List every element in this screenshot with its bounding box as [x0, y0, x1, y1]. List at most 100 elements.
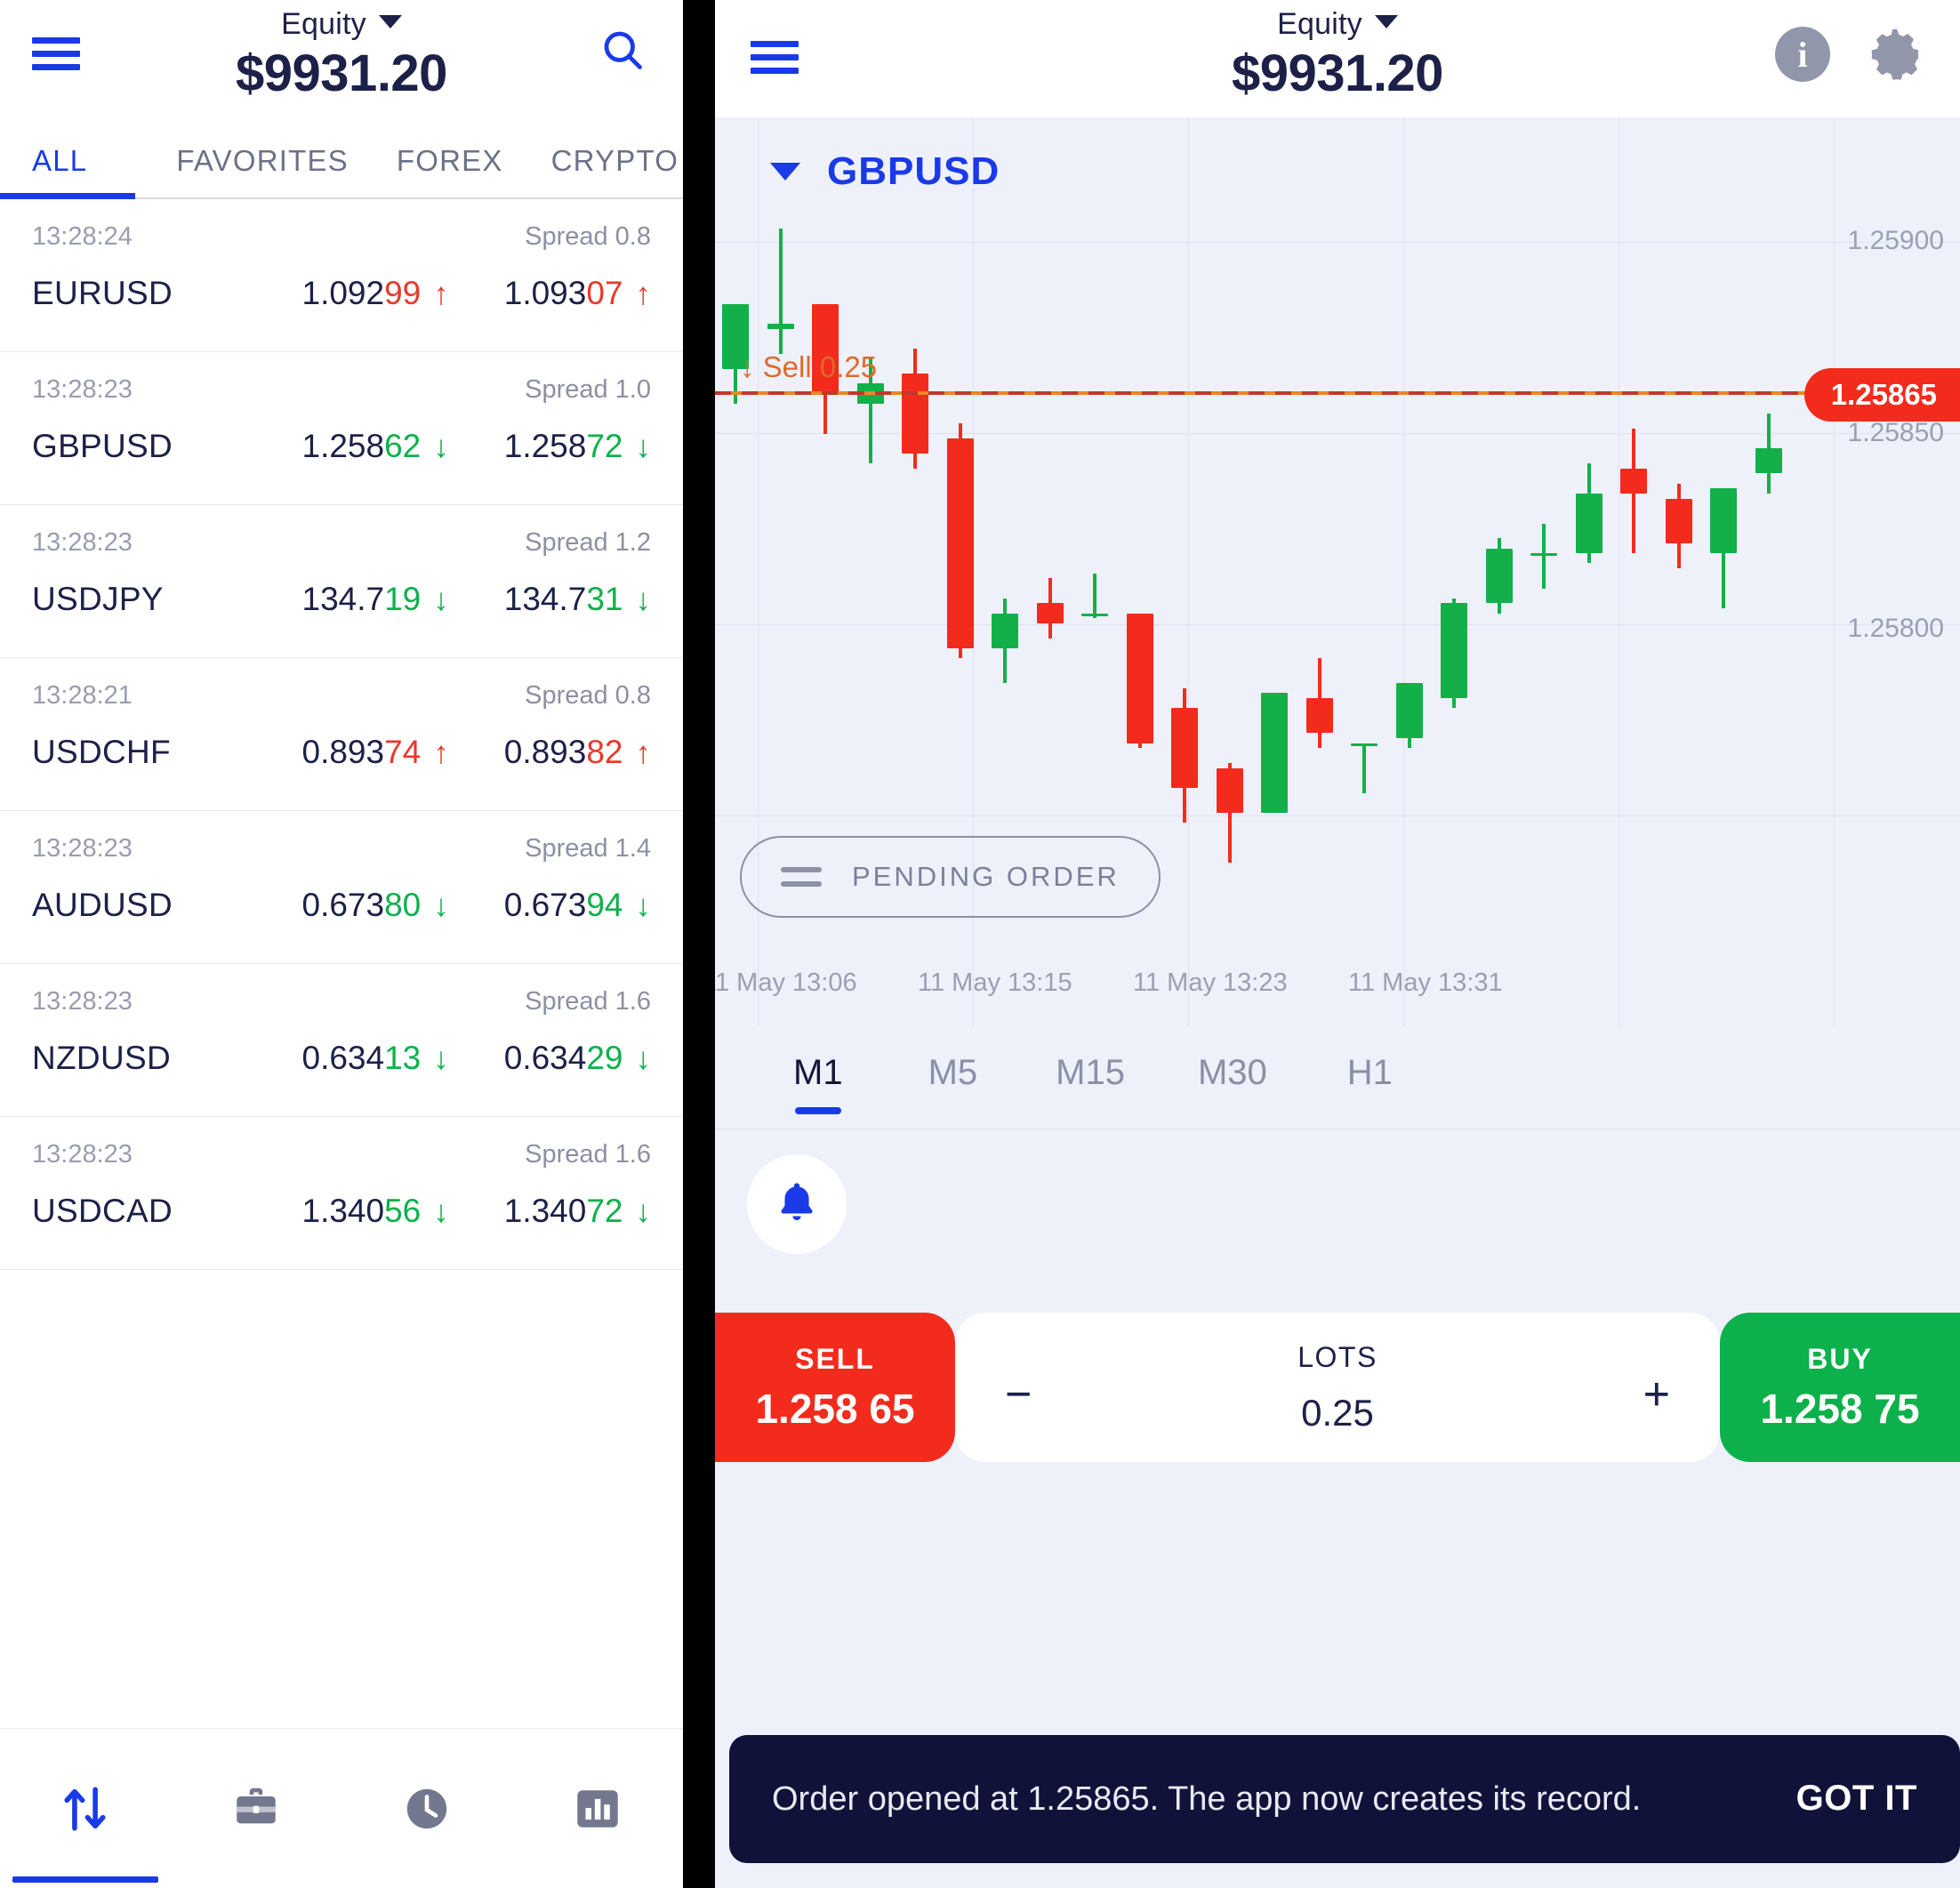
- timeframe-label: M1: [793, 1053, 843, 1092]
- buy-price-suffix: 75: [1874, 1385, 1920, 1432]
- quotes-pane: Equity $9931.20 ALL FAVORITES FOREX CRYP…: [0, 0, 683, 1888]
- quote-ask: 1.093 07 ↑: [503, 275, 652, 311]
- quote-ask: 0.634 29 ↓: [503, 1040, 652, 1076]
- bar-chart-icon: [577, 1789, 618, 1828]
- quote-spread: Spread 1.6: [525, 1140, 651, 1169]
- sell-label: SELL: [795, 1342, 875, 1375]
- quote-time: 13:28:23: [32, 834, 133, 863]
- lots-increase-button[interactable]: +: [1643, 1368, 1670, 1421]
- app-screen: Equity $9931.20 ALL FAVORITES FOREX CRYP…: [0, 0, 1960, 1888]
- category-tabs: ALL FAVORITES FOREX CRYPTO: [0, 117, 683, 199]
- quote-time: 13:28:23: [32, 987, 133, 1016]
- timeframe-m5[interactable]: M5: [928, 1053, 978, 1102]
- timeframe-h1[interactable]: H1: [1347, 1053, 1393, 1102]
- quote-list[interactable]: 13:28:24 Spread 0.8 EURUSD 1.092 99 ↑ 1.093 07 ↑…: [0, 199, 683, 1728]
- price-axis-label: 1.25800: [1847, 614, 1944, 643]
- timeframe-m15[interactable]: M15: [1056, 1053, 1125, 1102]
- trend-arrow-icon: ↓: [635, 1194, 652, 1229]
- trend-arrow-icon: ↓: [433, 1041, 449, 1076]
- timeframe-active-indicator: [795, 1107, 841, 1114]
- open-order-label: ↓ Sell 0.25: [740, 350, 878, 383]
- quote-time: 13:28:21: [32, 681, 133, 710]
- equity-block-right[interactable]: Equity $9931.20: [715, 7, 1960, 103]
- search-icon[interactable]: [599, 27, 646, 77]
- chevron-down-icon-right: [1374, 15, 1398, 28]
- info-icon[interactable]: i: [1775, 27, 1830, 82]
- buy-price-main: 1.258: [1760, 1385, 1863, 1432]
- current-price-badge: 1.25865: [1803, 368, 1960, 422]
- candle: [1261, 693, 1288, 814]
- quotes-arrows-icon: [64, 1786, 106, 1831]
- quote-bid: 1.092 99 ↑: [301, 275, 449, 311]
- candle: [1575, 463, 1603, 564]
- gear-icon: [1871, 28, 1919, 80]
- trade-controls: SELL 1.258 65 LOTS 0.25 − + BUY 1.258 75: [715, 1313, 1960, 1462]
- nav-quotes[interactable]: [0, 1729, 171, 1888]
- quote-row[interactable]: 13:28:23 Spread 1.4 AUDUSD 0.673 80 ↓ 0.673 94 ↓: [0, 811, 683, 964]
- quote-row[interactable]: 13:28:23 Spread 1.6 NZDUSD 0.634 13 ↓ 0.634 29 ↓: [0, 964, 683, 1117]
- timeframe-tabs: M1 M5 M15 M30 H1: [715, 1026, 1960, 1129]
- nav-stats[interactable]: [512, 1729, 683, 1888]
- nav-active-indicator: [12, 1876, 158, 1883]
- candle: [1485, 538, 1513, 614]
- quote-row[interactable]: 13:28:24 Spread 0.8 EURUSD 1.092 99 ↑ 1.093 07 ↑: [0, 199, 683, 352]
- quotes-header: Equity $9931.20: [0, 0, 683, 117]
- quote-bid: 1.258 62 ↓: [301, 428, 449, 464]
- quote-symbol: AUDUSD: [32, 887, 173, 923]
- sell-button[interactable]: SELL 1.258 65: [715, 1313, 955, 1462]
- trend-arrow-icon: ↓: [635, 582, 652, 617]
- tab-crypto[interactable]: CRYPTO: [551, 144, 679, 197]
- nav-portfolio[interactable]: [171, 1729, 341, 1888]
- trend-arrow-icon: ↑: [635, 735, 652, 770]
- buy-button[interactable]: BUY 1.258 75: [1720, 1313, 1960, 1462]
- candle: [1530, 523, 1557, 589]
- chart-symbol-selector[interactable]: GBPUSD: [770, 149, 1000, 194]
- open-order-line: [715, 391, 1960, 395]
- sell-price-suffix: 65: [869, 1385, 915, 1432]
- candle: [1126, 613, 1153, 749]
- tab-forex[interactable]: FOREX: [397, 144, 503, 197]
- quote-spread: Spread 0.8: [525, 222, 651, 251]
- tab-all[interactable]: ALL: [32, 144, 87, 197]
- candle: [1216, 763, 1243, 864]
- tab-favorites[interactable]: FAVORITES: [176, 144, 349, 197]
- quote-spread: Spread 1.4: [525, 834, 651, 863]
- candle: [1036, 578, 1064, 639]
- lots-stepper[interactable]: LOTS 0.25 − +: [955, 1313, 1720, 1462]
- timeframe-m1[interactable]: M1: [793, 1053, 843, 1114]
- trend-arrow-icon: ↓: [635, 1041, 652, 1076]
- candle: [902, 349, 928, 469]
- quote-symbol: USDCHF: [32, 734, 171, 770]
- equity-label: Equity: [281, 7, 366, 41]
- equity-value: $9931.20: [236, 44, 447, 102]
- equity-block[interactable]: Equity $9931.20: [0, 7, 683, 103]
- quote-ask: 1.340 72 ↓: [503, 1193, 652, 1229]
- sell-price: 1.258 65: [755, 1385, 914, 1433]
- quote-row[interactable]: 13:28:23 Spread 1.2 USDJPY 134.7 19 ↓ 134.7 31 ↓: [0, 505, 683, 658]
- quote-row[interactable]: 13:28:23 Spread 1.6 USDCAD 1.340 56 ↓ 1.340 72 ↓: [0, 1117, 683, 1270]
- quote-row[interactable]: 13:28:23 Spread 1.0 GBPUSD 1.258 62 ↓ 1.258 72 ↓: [0, 352, 683, 505]
- sell-price-main: 1.258: [755, 1385, 858, 1432]
- alert-button[interactable]: [747, 1154, 847, 1254]
- nav-history[interactable]: [341, 1729, 512, 1888]
- quote-time: 13:28:23: [32, 375, 133, 404]
- pending-order-button[interactable]: PENDING ORDER: [740, 836, 1161, 918]
- tab-active-indicator: [0, 193, 135, 199]
- candle: [767, 229, 794, 354]
- candle: [1171, 687, 1198, 823]
- lots-decrease-button[interactable]: −: [1005, 1368, 1032, 1421]
- trend-arrow-icon: ↓: [433, 582, 449, 617]
- lines-icon: [781, 867, 822, 887]
- toast-message: Order opened at 1.25865. The app now cre…: [772, 1780, 1642, 1818]
- price-axis-label: 1.25850: [1847, 418, 1944, 447]
- quote-time: 13:28:23: [32, 528, 133, 557]
- price-chart[interactable]: GBPUSD ↓ Sell 0.25 1.25900 1.25865 1.258…: [715, 117, 1960, 1026]
- pending-order-label: PENDING ORDER: [852, 861, 1120, 892]
- trend-arrow-icon: ↑: [635, 277, 652, 311]
- timeframe-m30[interactable]: M30: [1198, 1053, 1267, 1102]
- quote-row[interactable]: 13:28:21 Spread 0.8 USDCHF 0.893 74 ↑ 0.893 82 ↑: [0, 658, 683, 811]
- candle: [1710, 488, 1737, 608]
- quote-ask: 0.893 82 ↑: [503, 734, 652, 770]
- candle: [1351, 743, 1378, 793]
- got-it-button[interactable]: GOT IT: [1796, 1779, 1917, 1819]
